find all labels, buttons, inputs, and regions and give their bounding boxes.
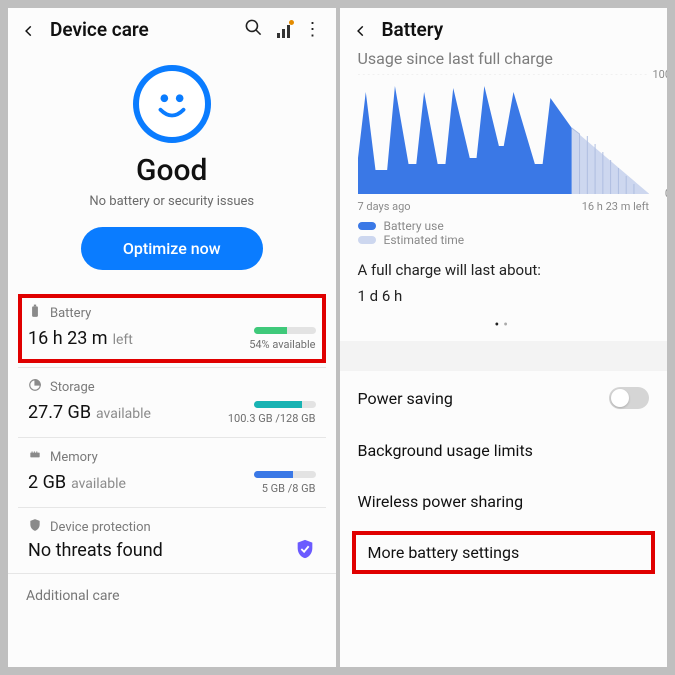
battery-time: 16 h 23 m [28, 328, 108, 349]
storage-card[interactable]: Storage 27.7 GB available 100.3 GB /128 … [18, 367, 326, 437]
storage-total: /128 GB [275, 412, 315, 425]
additional-care[interactable]: Additional care [8, 573, 336, 618]
more-icon[interactable]: ⋮ [304, 19, 322, 40]
memory-bar [254, 471, 316, 478]
battery-available: 54% available [249, 338, 315, 351]
background-usage-limits-item[interactable]: Background usage limits [340, 425, 668, 476]
status-subtitle: No battery or security issues [28, 194, 316, 209]
wireless-power-sharing-item[interactable]: Wireless power sharing [340, 476, 668, 527]
wireless-share-label: Wireless power sharing [358, 492, 524, 511]
full-charge-value: 1 d 6 h [340, 287, 668, 317]
usage-chart: 100 0 [358, 74, 650, 194]
storage-icon [28, 378, 42, 396]
usage-heading: Usage since last full charge [340, 49, 668, 74]
protection-status: No threats found [28, 540, 163, 561]
battery-bar [254, 327, 316, 334]
chart-axis-bottom: 0 [665, 187, 667, 200]
legend-battery-use: Battery use [384, 219, 444, 233]
memory-card[interactable]: Memory 2 GB available 5 GB /8 GB [18, 437, 326, 507]
memory-total: /8 GB [288, 482, 316, 495]
back-icon[interactable] [22, 23, 36, 37]
battery-label: Battery [50, 306, 91, 321]
memory-main: 2 GB [28, 472, 66, 493]
legend-estimated: Estimated time [384, 233, 465, 247]
chart-label-left: 7 days ago [358, 200, 411, 213]
bg-limits-label: Background usage limits [358, 441, 533, 460]
chart-legend: Battery use Estimated time [358, 219, 650, 247]
storage-main: 27.7 GB [28, 402, 91, 423]
battery-card[interactable]: Battery 16 h 23 m left 54% available [18, 294, 326, 363]
storage-suffix: available [96, 406, 151, 422]
battery-icon [28, 304, 42, 322]
more-battery-settings-item[interactable]: More battery settings [352, 531, 656, 574]
optimize-button[interactable]: Optimize now [81, 227, 263, 270]
back-icon[interactable] [354, 23, 368, 37]
more-settings-label: More battery settings [368, 543, 520, 562]
header: Device care ⋮ [8, 8, 336, 49]
chart-label-right: 16 h 23 m left [582, 200, 649, 213]
page-indicator: •• [340, 317, 668, 341]
device-care-screen: Device care ⋮ Good No batter [8, 8, 336, 667]
status-smiley-icon [133, 65, 211, 143]
signal-icon [277, 22, 290, 38]
storage-bar [254, 401, 316, 408]
status-text: Good [28, 153, 316, 188]
battery-screen: Battery Usage since last full charge 100… [340, 8, 668, 667]
storage-label: Storage [50, 380, 95, 395]
protection-label: Device protection [50, 520, 151, 535]
memory-used: 5 GB [262, 482, 285, 495]
device-protection-card[interactable]: Device protection No threats found [18, 507, 326, 573]
storage-used: 100.3 GB [228, 412, 273, 425]
full-charge-desc: A full charge will last about: [340, 257, 668, 287]
page-title: Device care [50, 18, 149, 41]
power-saving-toggle[interactable] [609, 387, 649, 409]
power-saving-label: Power saving [358, 389, 453, 408]
power-saving-item[interactable]: Power saving [340, 371, 668, 425]
header: Battery [340, 8, 668, 49]
search-icon[interactable] [244, 18, 263, 41]
legend-estimated-icon [358, 236, 376, 244]
page-title: Battery [382, 18, 444, 41]
battery-time-suffix: left [113, 332, 133, 348]
memory-icon [28, 448, 42, 466]
memory-suffix: available [71, 476, 126, 492]
memory-label: Memory [50, 450, 98, 465]
legend-battery-use-icon [358, 222, 376, 230]
status-summary: Good No battery or security issues Optim… [8, 49, 336, 290]
shield-check-icon [294, 538, 316, 560]
chart-axis-top: 100 [652, 68, 667, 81]
shield-icon [28, 518, 42, 536]
